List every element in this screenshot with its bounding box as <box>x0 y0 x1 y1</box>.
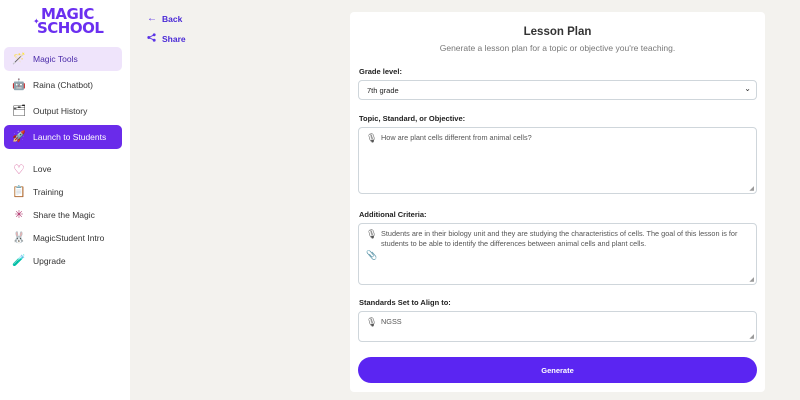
microphone-icon[interactable]: 🎙 <box>366 134 377 143</box>
sidebar-item-label: Upgrade <box>33 256 66 266</box>
logo-line-2: SCHOOL <box>37 19 104 37</box>
resize-handle-icon[interactable]: ◢ <box>749 186 754 192</box>
paperclip-icon[interactable]: 📎 <box>366 251 377 260</box>
back-label: Back <box>162 14 183 24</box>
additional-criteria-input[interactable]: 🎙 📎 Students are in their biology unit a… <box>358 223 757 285</box>
magic-tools-icon: 🪄 <box>12 52 26 65</box>
standards-input[interactable]: 🎙 NGSS ◢ <box>358 311 757 342</box>
standards-label: Standards Set to Align to: <box>359 298 451 307</box>
robot-icon: 🤖 <box>12 78 26 91</box>
rocket-icon: 🚀 <box>12 130 26 143</box>
share-icon <box>147 33 157 45</box>
share-link[interactable]: Share <box>147 33 186 45</box>
magicschool-logo[interactable]: ✦ MAGIC SCHOOL <box>33 7 104 39</box>
grade-level-label: Grade level: <box>359 67 402 76</box>
grade-level-select[interactable]: 7th grade ⌄ <box>358 80 757 100</box>
sidebar-item-love[interactable]: ♡ Love <box>4 157 122 181</box>
resize-handle-icon[interactable]: ◢ <box>749 277 754 283</box>
topic-label: Topic, Standard, or Objective: <box>359 114 466 123</box>
topic-value: How are plant cells different from anima… <box>381 133 532 142</box>
arrow-left-icon: ← <box>147 13 157 24</box>
additional-criteria-label: Additional Criteria: <box>359 210 427 219</box>
microphone-icon[interactable]: 🎙 <box>366 318 377 327</box>
chevron-down-icon: ⌄ <box>744 84 751 93</box>
sidebar-item-label: Raina (Chatbot) <box>33 80 94 90</box>
additional-criteria-value: Students are in their biology unit and t… <box>381 229 738 248</box>
microphone-icon[interactable]: 🎙 <box>366 230 377 239</box>
sidebar-item-training[interactable]: 📋 Training <box>4 180 122 204</box>
history-icon: 🗂 <box>12 104 26 117</box>
potion-icon: 🧪 <box>12 254 26 267</box>
lesson-plan-card: Lesson Plan Generate a lesson plan for a… <box>350 12 765 392</box>
sidebar-item-label: Magic Tools <box>33 54 78 64</box>
sidebar-item-label: MagicStudent Intro <box>33 233 105 243</box>
generate-button[interactable]: Generate <box>358 357 757 383</box>
sidebar-item-launch-to-students[interactable]: 🚀 Launch to Students <box>4 125 122 149</box>
standards-value: NGSS <box>381 317 402 326</box>
share-magic-icon: ✳ <box>14 208 24 221</box>
topic-input[interactable]: 🎙 How are plant cells different from ani… <box>358 127 757 194</box>
easel-icon: 📋 <box>12 185 26 198</box>
sidebar-item-label: Love <box>33 164 52 174</box>
resize-handle-icon[interactable]: ◢ <box>749 334 754 340</box>
sidebar-item-magicstudent-intro[interactable]: 🐰 MagicStudent Intro <box>4 226 122 250</box>
heart-icon: ♡ <box>13 161 25 177</box>
sidebar: ✦ MAGIC SCHOOL 🪄 Magic Tools 🤖 Raina (Ch… <box>0 0 130 400</box>
share-label: Share <box>162 34 186 44</box>
page-subtitle: Generate a lesson plan for a topic or ob… <box>439 43 676 53</box>
generate-label: Generate <box>541 365 574 375</box>
back-link[interactable]: ← Back <box>147 13 183 25</box>
sidebar-item-raina-chatbot[interactable]: 🤖 Raina (Chatbot) <box>4 73 122 97</box>
sidebar-item-label: Training <box>33 187 64 197</box>
sidebar-item-output-history[interactable]: 🗂 Output History <box>4 99 122 123</box>
sidebar-item-upgrade[interactable]: 🧪 Upgrade <box>4 249 122 273</box>
grade-level-value: 7th grade <box>367 85 399 95</box>
sidebar-item-magic-tools[interactable]: 🪄 Magic Tools <box>4 47 122 71</box>
bunny-icon: 🐰 <box>12 231 26 244</box>
sidebar-item-share-the-magic[interactable]: ✳ Share the Magic <box>4 203 122 227</box>
sidebar-item-label: Share the Magic <box>33 210 95 220</box>
page-title: Lesson Plan <box>523 26 592 38</box>
sidebar-item-label: Output History <box>33 106 88 116</box>
sidebar-item-label: Launch to Students <box>33 132 107 142</box>
